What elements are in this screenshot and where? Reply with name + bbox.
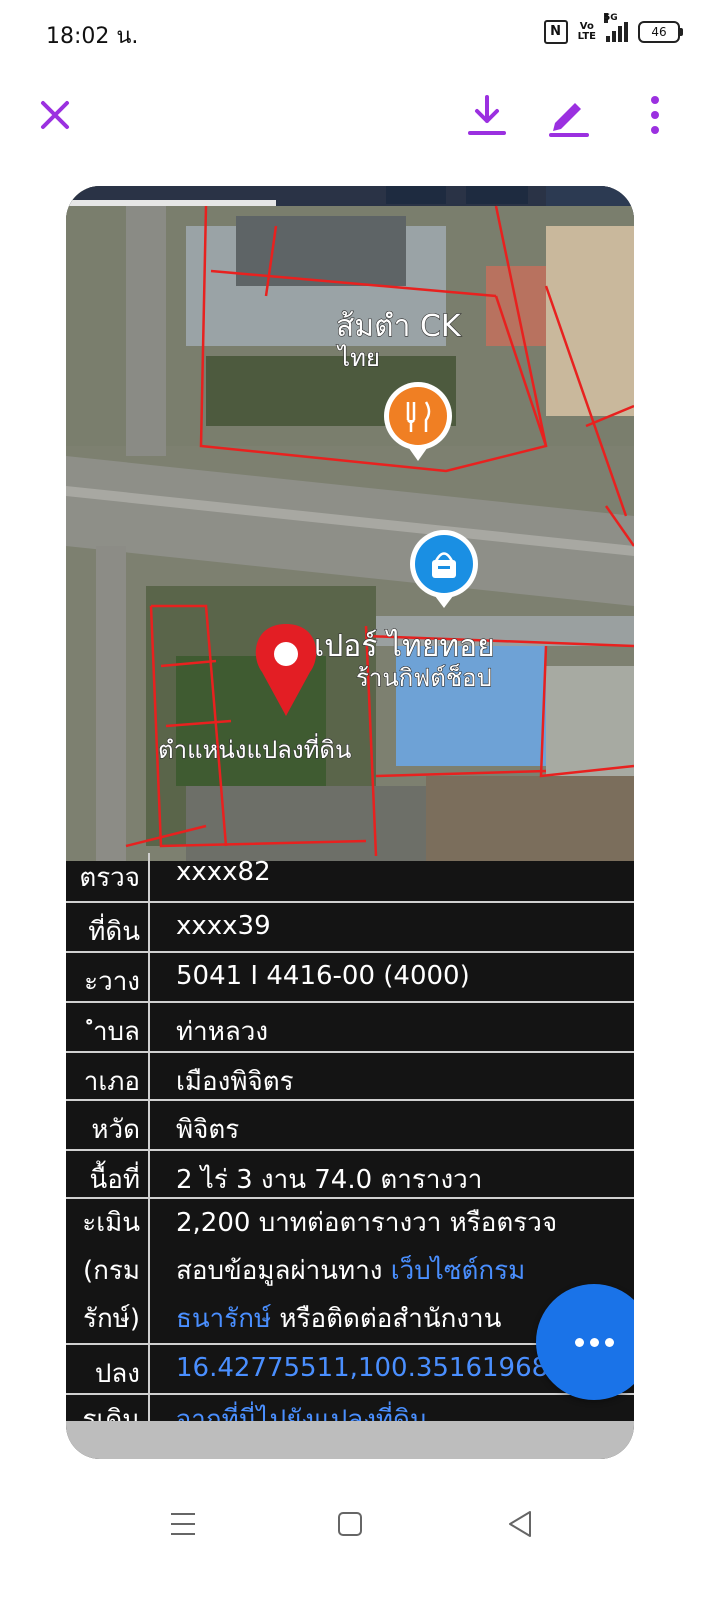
map-label-restaurant: ส้มตำ CK <box>336 309 462 344</box>
row-value: 5041 I 4416-00 (4000) <box>176 961 470 991</box>
status-bar: 18:02 น. N Vo LTE 5G 46 <box>0 0 720 70</box>
row-key: ตรวจ <box>79 863 140 893</box>
row-value: เมืองพิจิตร <box>176 1067 294 1097</box>
treasury-link[interactable]: ธนารักษ์ <box>176 1304 271 1334</box>
status-time: 18:02 น. <box>46 24 139 49</box>
edit-button[interactable] <box>544 90 594 140</box>
network-type: 5G <box>604 13 618 23</box>
price-line-2-text: สอบข้อมูลผ่านทาง <box>176 1256 391 1286</box>
image-viewer-toolbar <box>0 90 720 150</box>
more-options-button[interactable] <box>630 90 680 140</box>
row-key: ะวาง <box>84 967 140 997</box>
download-icon <box>468 95 506 135</box>
table-row: ที่ดิน xxxx39 <box>66 903 634 953</box>
preview-bottom-bar <box>66 1421 634 1459</box>
close-icon <box>41 101 69 129</box>
table-row: ะวาง 5041 I 4416-00 (4000) <box>66 953 634 1003</box>
row-value: 2 ไร่ 3 งาน 74.0 ตารางวา <box>176 1165 483 1195</box>
row-key: รักษ์) <box>83 1304 140 1334</box>
row-value: xxxx39 <box>176 911 271 941</box>
row-value: xxxx82 <box>176 857 271 887</box>
satellite-map[interactable]: ส้มตำ CK ไทย เปอร์ ไทยทอย ร้านกิฟต์ช็อป … <box>66 186 634 861</box>
table-row: ำบล ท่าหลวง <box>66 1003 634 1053</box>
table-row: นื้อที่ 2 ไร่ 3 งาน 74.0 ตารางวา <box>66 1151 634 1199</box>
row-key: ที่ดิน <box>88 917 140 947</box>
map-label-parcel: ตำแหน่งแปลงที่ดิน <box>158 733 351 764</box>
treasury-website-link[interactable]: เว็บไซต์กรม <box>391 1256 525 1286</box>
price-line-3-text: หรือติดต่อสำนักงาน <box>271 1304 502 1334</box>
row-key: าเภอ <box>83 1067 140 1097</box>
row-value: ท่าหลวง <box>176 1017 269 1047</box>
download-button[interactable] <box>462 90 512 140</box>
map-label-restaurant-sub: ไทย <box>336 344 380 372</box>
row-key: ำบล <box>92 1017 140 1047</box>
screenshot-preview[interactable]: ส้มตำ CK ไทย เปอร์ ไทยทอย ร้านกิฟต์ช็อป … <box>66 186 634 1459</box>
row-key: ะเมิน <box>82 1208 140 1238</box>
price-line-1: 2,200 บาทต่อตารางวา หรือตรวจ <box>176 1208 558 1238</box>
home-square-icon <box>338 1512 362 1536</box>
status-icons: N Vo LTE 5G 46 <box>543 13 683 44</box>
row-key: นื้อที่ <box>89 1165 140 1195</box>
nfc-icon: N <box>543 20 568 44</box>
map-label-shop-sub: ร้านกิฟต์ช็อป <box>356 663 492 692</box>
more-horizontal-icon <box>572 1337 617 1347</box>
recents-button[interactable] <box>163 1504 203 1544</box>
row-key: (กรม <box>83 1256 140 1286</box>
more-vertical-icon <box>651 96 659 134</box>
back-button[interactable] <box>500 1504 540 1544</box>
table-row: ตรวจ xxxx82 <box>66 853 634 903</box>
table-row: าเภอ เมืองพิจิตร <box>66 1053 634 1101</box>
system-navigation-bar <box>0 1490 720 1560</box>
map-label-shop: เปอร์ ไทยทอย <box>314 628 495 664</box>
edit-pen-icon <box>549 103 589 137</box>
signal-icon: 5G <box>604 13 628 42</box>
menu-lines-icon <box>171 1513 195 1535</box>
price-line-2: สอบข้อมูลผ่านทาง เว็บไซต์กรม <box>176 1247 624 1295</box>
battery-icon: 46 <box>638 21 683 43</box>
row-key: หวัด <box>91 1115 140 1145</box>
close-button[interactable] <box>30 90 80 140</box>
row-key: ปลง <box>94 1359 140 1389</box>
home-button[interactable] <box>330 1504 370 1544</box>
table-row: หวัด พิจิตร <box>66 1101 634 1151</box>
volte-icon: Vo LTE <box>577 21 596 42</box>
back-triangle-icon <box>509 1511 531 1537</box>
row-value: พิจิตร <box>176 1115 240 1145</box>
